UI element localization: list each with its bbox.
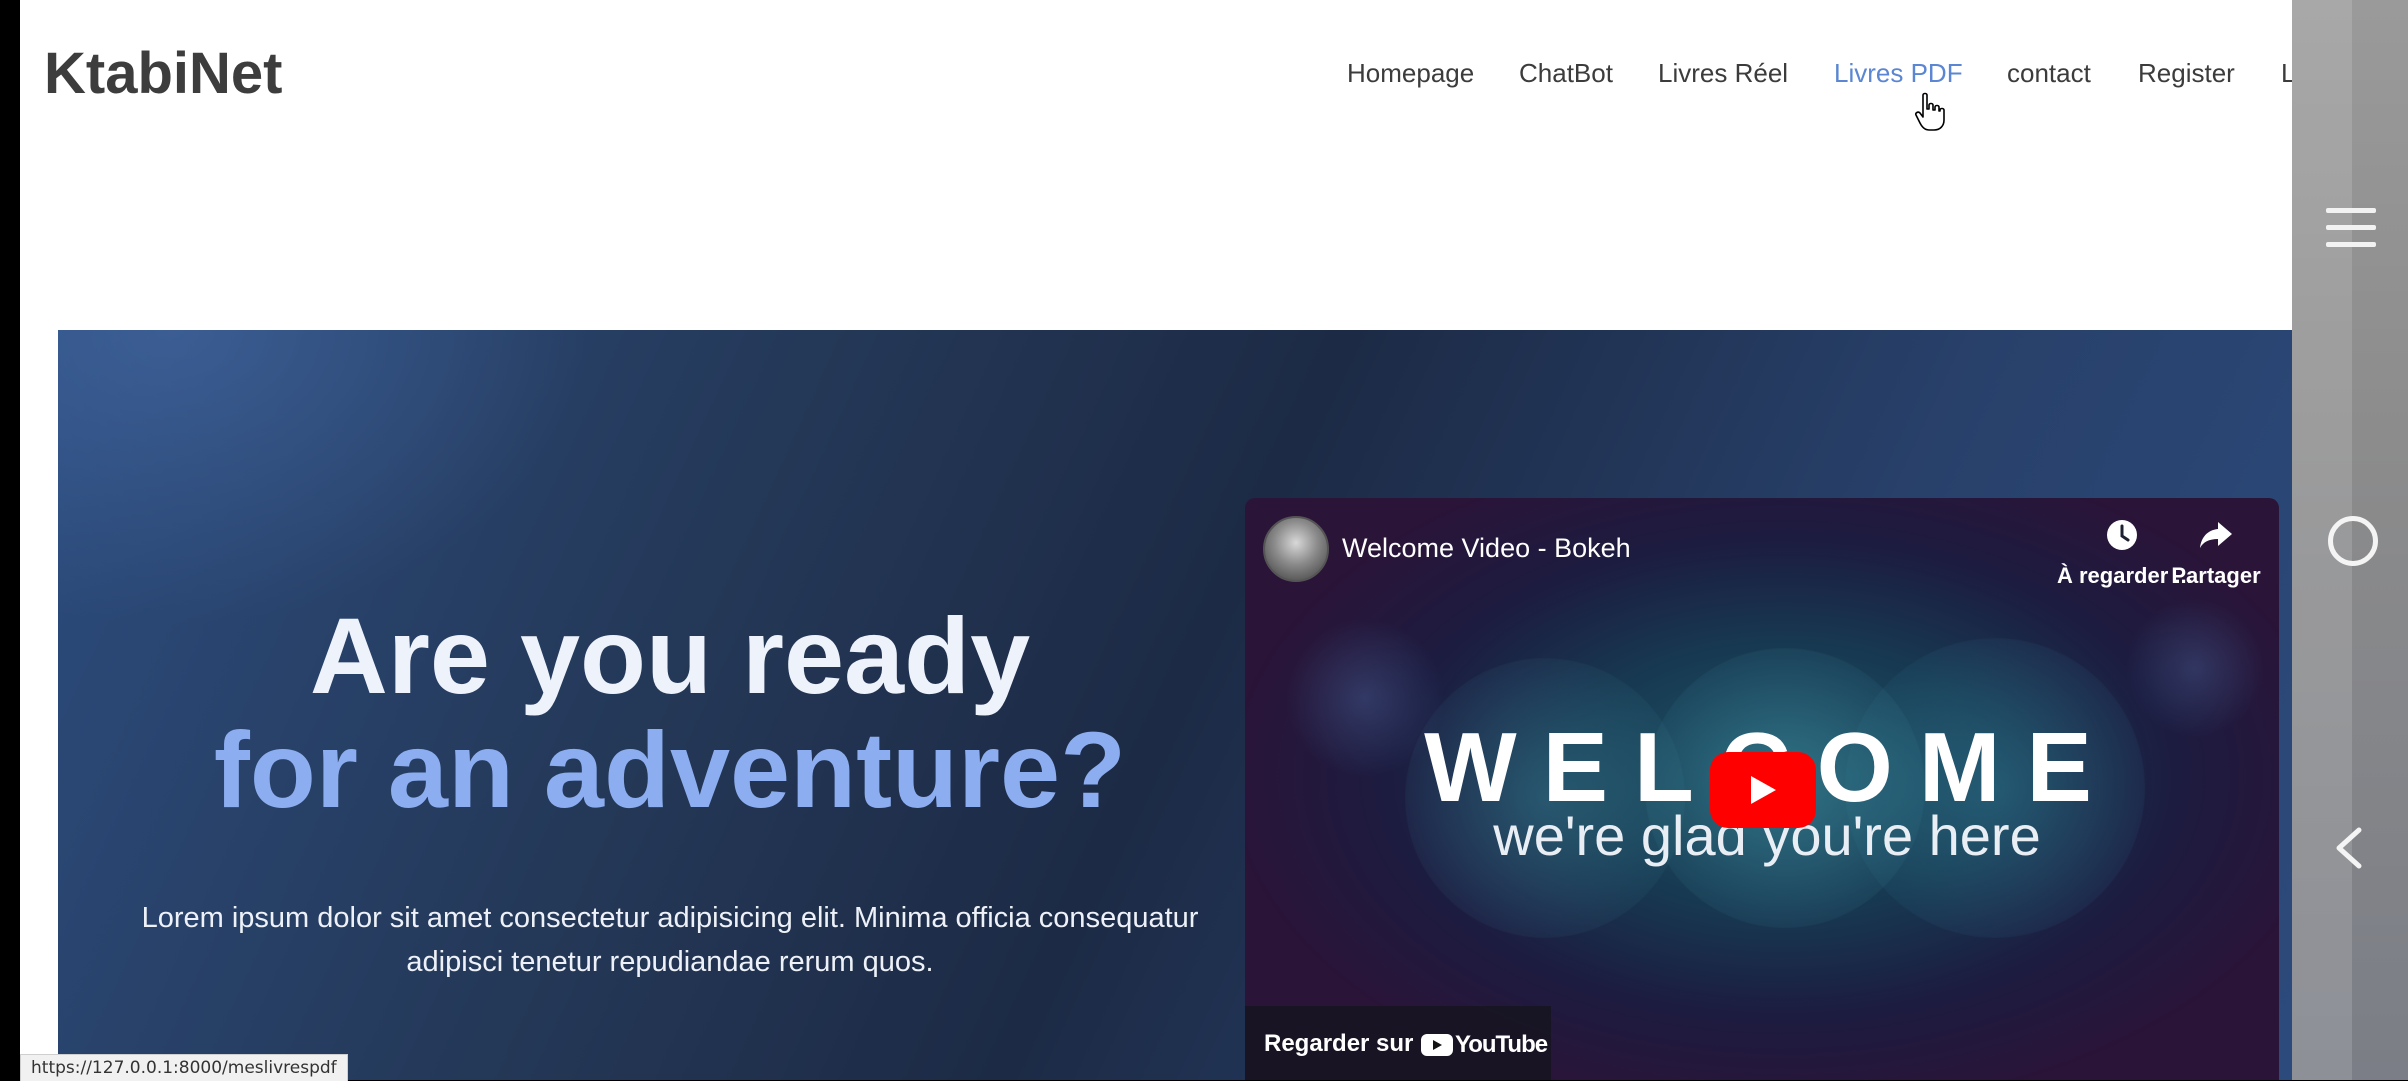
nav-link-homepage[interactable]: Homepage — [1347, 58, 1474, 89]
nav-link-login[interactable]: Login — [2281, 58, 2292, 89]
hero-headline-line1: Are you ready — [309, 595, 1031, 716]
video-embed[interactable]: Welcome Video - Bokeh À regarder ... Par… — [1245, 498, 2279, 1080]
youtube-wordmark: YouTube — [1455, 1031, 1548, 1058]
watch-on-youtube-button[interactable]: Regarder sur YouTube — [1245, 1006, 1551, 1080]
share-arrow-icon — [2200, 522, 2232, 548]
share-button[interactable]: Partager — [2151, 518, 2279, 589]
youtube-play-icon — [1421, 1034, 1453, 1056]
nav-link-livres-pdf[interactable]: Livres PDF — [1834, 58, 1963, 89]
hamburger-menu-icon[interactable] — [2326, 208, 2376, 250]
back-chevron-icon[interactable] — [2331, 826, 2367, 870]
home-circle-icon[interactable] — [2328, 516, 2378, 566]
page: KtabiNet Homepage ChatBot Livres Réel Li… — [20, 0, 2292, 1080]
channel-avatar[interactable] — [1263, 516, 1329, 582]
nav-link-livres-reel[interactable]: Livres Réel — [1658, 58, 1788, 89]
play-button[interactable] — [1710, 752, 1816, 828]
clock-icon — [2107, 520, 2137, 550]
share-label: Partager — [2171, 563, 2261, 588]
nav-link-contact[interactable]: contact — [2007, 58, 2091, 89]
hero-banner: Are you ready for an adventure? Lorem ip… — [58, 330, 2292, 1080]
main-nav: Homepage ChatBot Livres Réel Livres PDF … — [20, 58, 2292, 98]
watch-on-label: Regarder sur — [1264, 1030, 1414, 1057]
hero-lead-text: Lorem ipsum dolor sit amet consectetur a… — [141, 902, 1199, 978]
hand-cursor-icon — [1915, 92, 1945, 131]
nav-link-chatbot[interactable]: ChatBot — [1519, 58, 1613, 89]
nav-link-register[interactable]: Register — [2138, 58, 2235, 89]
play-icon — [1751, 776, 1776, 804]
video-title[interactable]: Welcome Video - Bokeh — [1342, 533, 1631, 564]
youtube-logo: YouTube — [1421, 1031, 1548, 1059]
hero-headline-line2: for an adventure? — [213, 709, 1127, 830]
status-bar-url: https://127.0.0.1:8000/meslivrespdf — [20, 1054, 348, 1081]
